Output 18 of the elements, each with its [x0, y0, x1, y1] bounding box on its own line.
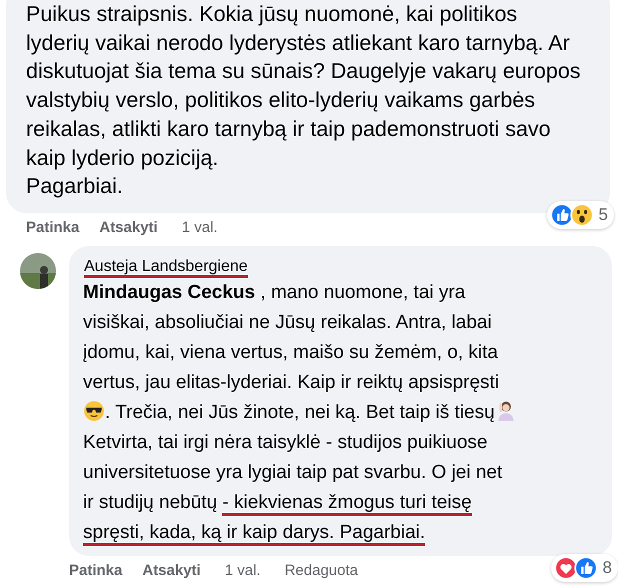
- action-link[interactable]: Patinka: [69, 562, 122, 579]
- action-link[interactable]: Patinka: [26, 218, 80, 236]
- timestamp: 1 val.: [182, 218, 218, 236]
- timestamp: Redaguota: [284, 562, 358, 579]
- sunglasses-emoji-icon: [83, 400, 105, 422]
- comment-text: Puikus straipsnis. Kokia jūsų nuomonė, kai politikos lyderių vaikai nerodo lyderystės atliekant karo tarnybą. Ar diskutuojat šia tema su sūnais? Daugelyje vakarų europos valstybių verslo, politikos elito-lyderių vaikams garbės reikalas, atlikti karo tarnybą ir taip pademonstruoti savo kaip lyderio poziciją. Pagarbiai.: [26, 1, 582, 200]
- mention-link[interactable]: Mindaugas Ceckus: [83, 282, 256, 303]
- author-name[interactable]: Austeja Landsbergiene: [83, 256, 594, 278]
- like-icon: [574, 556, 598, 580]
- comment-text: Mindaugas Ceckus , mano nuomone, tai yra visiškai, absoliučiai ne Jūsų reikalas. Antra, labai įdomu, kai, viena vertus, maišo su žemėm, o, kita vertus, jau elitas-lyderiai. Kaip ir reiktų apsispręsti . Trečia, nei Jūs žinote, nei ką. Bet taip iš tiesų Ketvirta, tai irgi nėra taisyklė - studijos puikiuose universitetuose yra lygiai taip pat svarbu. O jei net ir studijų nebūtų - kiekvienas žmogus turi teisę spręsti, kada, ką ir kaip darys. Pagarbiai.: [83, 278, 594, 548]
- timestamp: 1 val.: [224, 562, 261, 579]
- action-link[interactable]: Atsakyti: [142, 562, 201, 579]
- avatar[interactable]: [20, 252, 56, 289]
- like-icon: [550, 202, 574, 227]
- reaction-badge[interactable]: 5: [546, 200, 614, 229]
- action-link[interactable]: Atsakyti: [99, 218, 158, 236]
- surprised-face-icon: [570, 202, 594, 227]
- reaction-badge[interactable]: 8: [550, 554, 618, 582]
